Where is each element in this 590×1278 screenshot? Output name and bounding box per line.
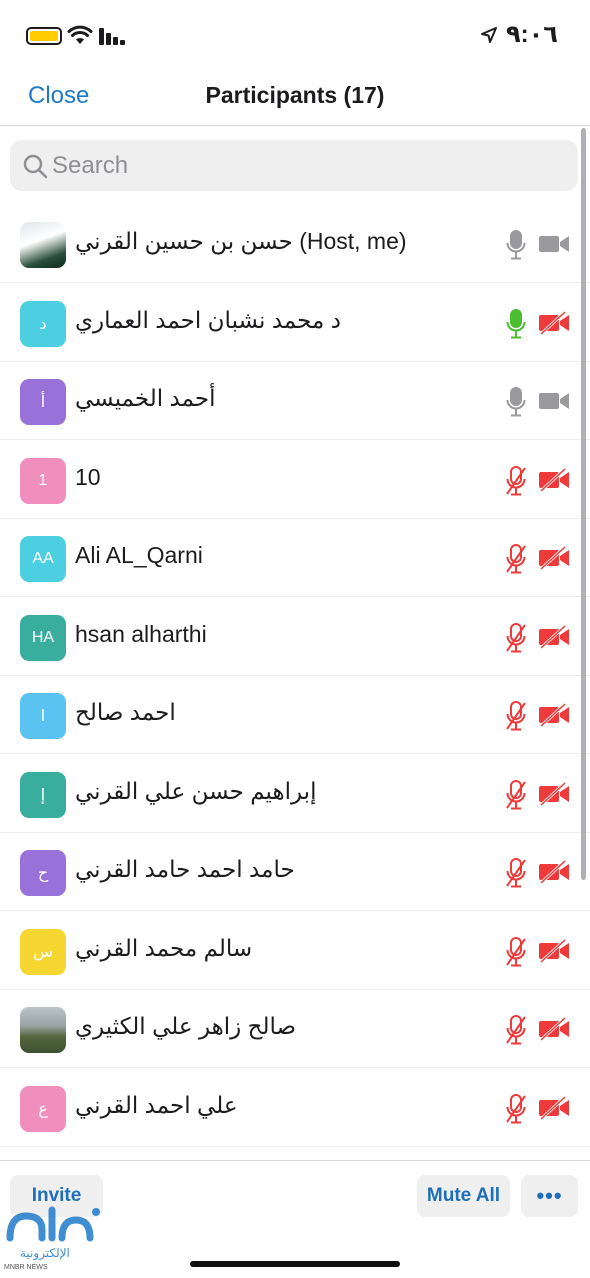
watermark-small-text: MNBR NEWS [4, 1264, 48, 1271]
participant-row[interactable]: صالح زاهر علي الكثيري [0, 990, 590, 1068]
avatar: ح [20, 850, 66, 896]
signal-icon [99, 28, 125, 45]
avatar: AA [20, 536, 66, 582]
participant-row[interactable]: أ أحمد الخميسي [0, 362, 590, 440]
search-input[interactable] [52, 140, 552, 191]
participant-name: احمد صالح [75, 699, 176, 725]
watermark-logo: الإلكترونية MNBR NEWS [4, 1198, 114, 1276]
participant-row[interactable]: ح حامد احمد حامد القرني [0, 833, 590, 911]
participant-name: حسن بن حسين القرني (Host, me) [75, 228, 407, 254]
microphone-icon [505, 229, 527, 261]
mic-muted-icon [505, 936, 527, 968]
mic-muted-icon [505, 700, 527, 732]
mic-muted-icon [505, 779, 527, 811]
video-camera-icon [538, 389, 570, 413]
avatar: ع [20, 1085, 66, 1132]
avatar [20, 1007, 66, 1053]
video-camera-icon [538, 232, 570, 256]
participant-name: علي احمد القرني [75, 1091, 238, 1118]
video-off-icon [538, 781, 570, 806]
wifi-icon [67, 25, 93, 44]
video-off-icon [538, 938, 570, 963]
location-arrow-icon [481, 27, 497, 43]
avatar: س [20, 928, 66, 975]
video-off-icon [538, 859, 570, 885]
mic-muted-icon [505, 622, 527, 654]
video-off-icon [538, 1095, 570, 1120]
avatar: ا [20, 693, 66, 739]
participant-row[interactable]: ع علي احمد القرني [0, 1069, 590, 1147]
participant-row[interactable]: حسن بن حسين القرني (Host, me) [0, 205, 590, 283]
watermark-logo-mark [6, 1206, 100, 1242]
mic-muted-icon [505, 1014, 527, 1046]
mute-all-button[interactable]: Mute All [417, 1175, 510, 1217]
status-bar: ٩:٠٦ [0, 0, 590, 70]
mic-muted-icon [505, 857, 527, 889]
participant-name: 10 [75, 463, 101, 490]
participant-row[interactable]: س سالم محمد القرني [0, 912, 590, 990]
participant-row[interactable]: ا احمد صالح [0, 676, 590, 754]
search-bar[interactable] [10, 140, 578, 191]
mic-muted-icon [505, 1093, 527, 1125]
video-off-icon [538, 624, 570, 649]
avatar: 1 [20, 457, 66, 504]
video-off-icon [538, 310, 570, 335]
watermark-text: الإلكترونية [20, 1246, 70, 1260]
participant-name: د محمد نشبان احمد العماري [75, 306, 341, 333]
participant-name: Ali AL_Qarni [75, 542, 203, 568]
mic-muted-icon [505, 543, 527, 575]
scrollbar[interactable] [581, 128, 586, 880]
participant-name: أحمد الخميسي [75, 385, 216, 411]
more-options-button[interactable]: ••• [521, 1175, 578, 1217]
mic-muted-icon [505, 465, 527, 497]
avatar: أ [20, 379, 66, 425]
battery-icon [26, 27, 62, 45]
avatar: د [20, 300, 66, 347]
video-off-icon [538, 1016, 570, 1042]
nav-bar: Close Participants (17) [0, 70, 590, 126]
video-off-icon [538, 467, 570, 492]
participant-name: صالح زاهر علي الكثيري [75, 1013, 297, 1039]
home-indicator[interactable] [190, 1261, 400, 1267]
participant-name: سالم محمد القرني [75, 934, 253, 961]
microphone-icon [505, 308, 527, 340]
avatar: إ [20, 771, 66, 818]
participant-row[interactable]: إ إبراهيم حسن علي القرني [0, 755, 590, 833]
page-title: Participants (17) [205, 82, 385, 108]
microphone-icon [505, 386, 527, 418]
video-off-icon [538, 702, 570, 728]
status-time: ٩:٠٦ [506, 21, 558, 48]
participant-row[interactable]: 1 10 [0, 441, 590, 519]
avatar: HA [20, 614, 66, 661]
search-icon [23, 154, 48, 179]
participant-row[interactable]: د د محمد نشبان احمد العماري [0, 284, 590, 362]
video-off-icon [538, 545, 570, 571]
avatar [20, 222, 66, 268]
participant-row[interactable]: HA hsan alharthi [0, 598, 590, 676]
participant-name: hsan alharthi [75, 620, 207, 647]
participant-name: حامد احمد حامد القرني [75, 856, 295, 882]
participant-row[interactable]: AA Ali AL_Qarni [0, 519, 590, 597]
participant-name: إبراهيم حسن علي القرني [75, 777, 317, 804]
